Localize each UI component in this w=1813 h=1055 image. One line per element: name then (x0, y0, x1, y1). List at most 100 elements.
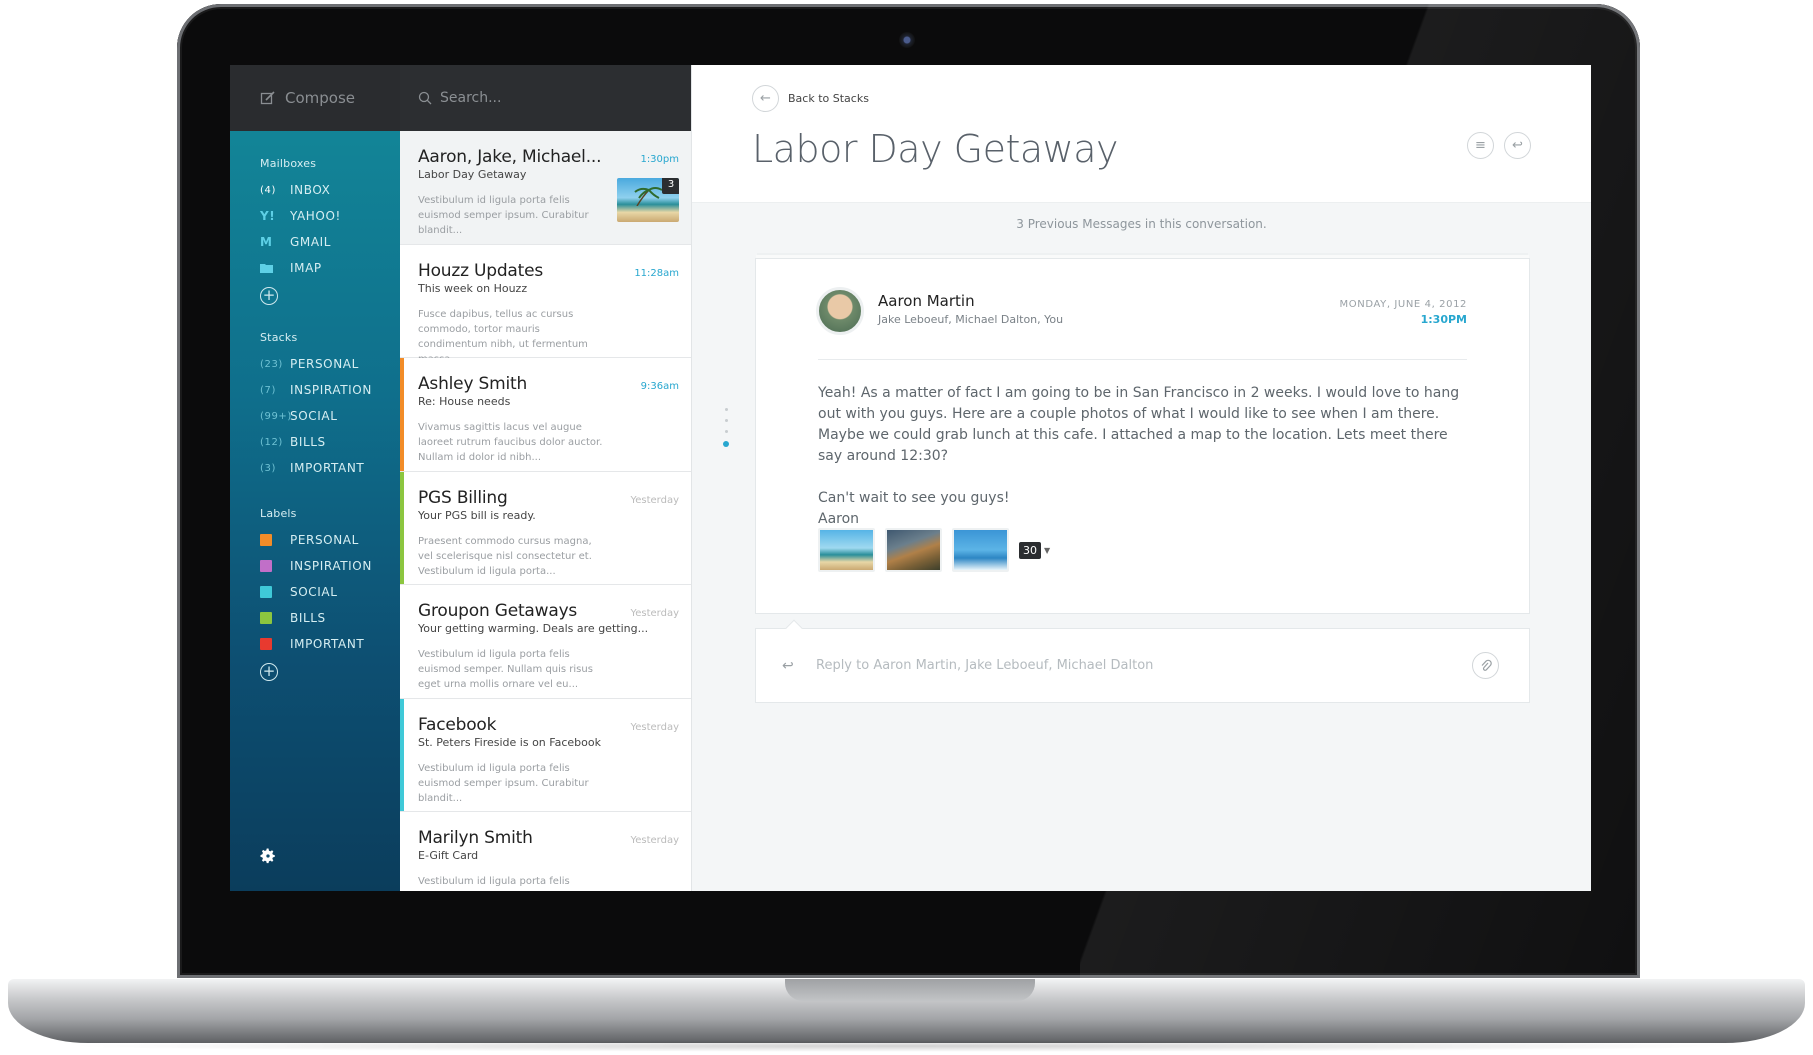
message-subject: Your PGS bill is ready. (418, 508, 536, 522)
add-mailbox-button[interactable]: + (260, 287, 278, 305)
mailboxes-section: Mailboxes (4) INBOX Y! YAHOO! M GMAIL IM… (230, 157, 400, 305)
message-item[interactable]: Groupon Getaways Yesterday Your getting … (400, 585, 691, 699)
reply-box: ↩ (755, 619, 1530, 703)
attach-button[interactable] (1472, 652, 1499, 679)
sidebar-item-label: BILLS (290, 435, 326, 449)
sidebar-item-inbox[interactable]: (4) INBOX (260, 177, 400, 203)
label-accent-bar (400, 698, 404, 811)
message-time: Yesterday (630, 494, 679, 506)
label-color-swatch (260, 612, 272, 624)
divider (818, 359, 1467, 360)
sidebar-item-imap[interactable]: IMAP (260, 255, 400, 281)
sidebar-item-label-inspiration[interactable]: INSPIRATION (260, 553, 400, 579)
message-preview: Vestibulum id ligula porta felis euismod… (418, 876, 570, 887)
more-attachments-button[interactable]: 30 ▼ (1019, 541, 1051, 559)
sidebar-item-stack-inspiration[interactable]: (7) INSPIRATION (260, 377, 400, 403)
message-item[interactable]: Aaron, Jake, Michael... 1:30pm Labor Day… (400, 131, 691, 245)
message-time: 9:36am (640, 381, 679, 392)
menu-button[interactable]: ≡ (1467, 132, 1494, 159)
reply-input[interactable] (816, 658, 1456, 673)
message-sender: Ashley Smith (418, 374, 528, 394)
mailboxes-heading: Mailboxes (260, 157, 317, 170)
message-preview: Vestibulum id ligula porta felis euismod… (418, 195, 589, 236)
message-item[interactable]: PGS Billing Yesterday Your PGS bill is r… (400, 471, 691, 585)
sidebar-item-label-bills[interactable]: BILLS (260, 605, 400, 631)
message-time: 11:28am (634, 267, 679, 279)
back-arrow-icon: ← (752, 85, 779, 112)
pager-dot[interactable] (724, 430, 728, 433)
sidebar-item-stack-important[interactable]: (3) IMPORTANT (260, 455, 400, 481)
compose-label: Compose (285, 89, 356, 107)
webcam (899, 32, 915, 48)
labels-heading: Labels (260, 507, 297, 520)
chevron-down-icon: ▼ (1044, 545, 1051, 555)
pager-dot[interactable] (724, 408, 728, 411)
app-window: Compose Mailboxes (4) INBOX Y! YAHOO! M … (230, 65, 1591, 891)
sidebar-item-label: GMAIL (290, 235, 332, 249)
message-preview: Vivamus sagittis lacus vel augue laoreet… (418, 422, 603, 463)
label-accent-bar (400, 358, 404, 471)
message-sender: Aaron, Jake, Michael... (418, 147, 602, 167)
message-item[interactable]: Marilyn Smith Yesterday E-Gift Card Vest… (400, 812, 691, 891)
sidebar-item-label: IMPORTANT (290, 461, 365, 475)
message-subject: E-Gift Card (418, 849, 479, 862)
folder-icon (260, 263, 290, 273)
sidebar-item-gmail[interactable]: M GMAIL (260, 229, 400, 255)
previous-messages-link[interactable]: 3 Previous Messages in this conversation… (692, 217, 1591, 231)
attachment-thumbnail[interactable] (818, 528, 875, 572)
label-color-swatch (260, 534, 272, 546)
label-color-swatch (260, 586, 272, 598)
message-item[interactable]: Houzz Updates 11:28am This week on Houzz… (400, 244, 691, 365)
stack-count: (23) (260, 358, 283, 370)
label-accent-bar (400, 471, 404, 584)
attachment-count-badge: 3 (662, 178, 679, 194)
gear-icon[interactable] (259, 847, 277, 865)
message-sender: PGS Billing (418, 487, 508, 508)
back-label: Back to Stacks (788, 92, 869, 105)
email-body: Yeah! As a matter of fact I am going to … (818, 383, 1468, 530)
reply-arrow-icon: ↩ (782, 657, 794, 674)
sidebar-item-label: YAHOO! (290, 209, 341, 223)
sidebar-item-label-social[interactable]: SOCIAL (260, 579, 400, 605)
attachment-thumbnail[interactable] (952, 528, 1009, 572)
message-time: Yesterday (630, 835, 679, 846)
sidebar-item-label-important[interactable]: IMPORTANT (260, 631, 400, 657)
reply-button[interactable]: ↩ (1504, 132, 1531, 159)
sidebar-item-stack-social[interactable]: (99+) SOCIAL (260, 403, 400, 429)
add-label-button[interactable]: + (260, 663, 278, 681)
attachment-thumbnail[interactable] (885, 528, 942, 572)
sidebar-item-label: IMAP (290, 261, 322, 275)
message-time: Yesterday (630, 721, 679, 733)
sidebar-item-stack-personal[interactable]: (23) PERSONAL (260, 351, 400, 377)
sidebar-item-label-personal[interactable]: PERSONAL (260, 527, 400, 553)
sidebar-item-yahoo[interactable]: Y! YAHOO! (260, 203, 400, 229)
email-date: MONDAY, JUNE 4, 2012 (1339, 299, 1467, 310)
search-input[interactable] (440, 90, 660, 106)
sidebar-item-label: INSPIRATION (290, 383, 372, 397)
message-item[interactable]: Facebook Yesterday St. Peters Fireside i… (400, 698, 691, 812)
pager-dot-active[interactable] (723, 441, 729, 447)
email-time: 1:30PM (1420, 313, 1467, 326)
stacks-section: Stacks (23) PERSONAL (7) INSPIRATION (99… (230, 331, 400, 481)
attachment-count-badge: 30 (1019, 541, 1041, 559)
palm-image (634, 187, 663, 206)
sidebar-item-stack-bills[interactable]: (12) BILLS (260, 429, 400, 455)
avatar (816, 287, 864, 335)
reader-header: ← Back to Stacks Labor Day Getaway ≡ ↩ (692, 65, 1591, 203)
sidebar-item-label: SOCIAL (290, 585, 338, 599)
back-to-stacks-link[interactable]: ← Back to Stacks (752, 85, 869, 112)
message-preview: Vestibulum id ligula porta felis euismod… (418, 762, 589, 804)
message-time: 1:30pm (640, 154, 679, 165)
search-icon (418, 91, 432, 105)
message-sender: Houzz Updates (418, 260, 544, 281)
labels-section: Labels PERSONAL INSPIRATION SOCIAL BILLS… (230, 507, 400, 681)
header-actions: ≡ ↩ (1467, 132, 1531, 159)
message-item[interactable]: Ashley Smith 9:36am Re: House needs Viva… (400, 358, 691, 472)
paperclip-icon (1481, 659, 1492, 671)
pager-dot[interactable] (724, 419, 728, 422)
sidebar-item-label: PERSONAL (290, 357, 359, 371)
attachments: 30 ▼ (818, 528, 1050, 572)
compose-button[interactable]: Compose (230, 65, 400, 131)
menu-icon: ≡ (1475, 138, 1486, 153)
inbox-count: (4) (260, 184, 276, 196)
